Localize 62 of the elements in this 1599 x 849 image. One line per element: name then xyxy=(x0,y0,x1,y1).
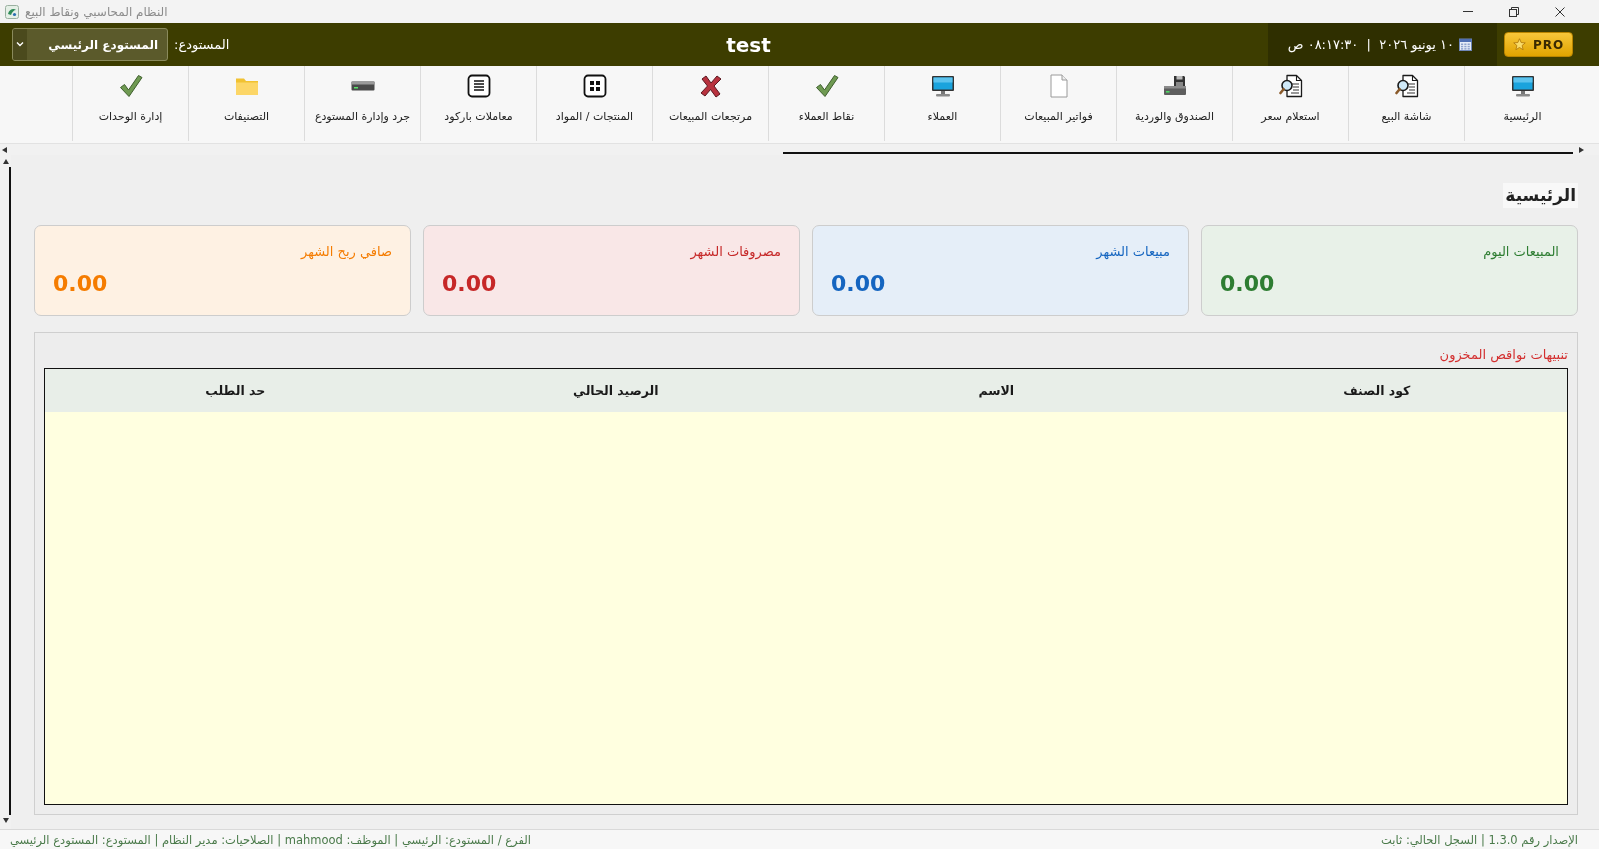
warehouse-label: المستودع: xyxy=(174,37,230,52)
toolbar-button[interactable]: إدارة الوحدات xyxy=(72,66,188,141)
check-icon xyxy=(814,74,839,98)
company-name: test xyxy=(726,32,771,57)
arrow-right-icon[interactable] xyxy=(1579,146,1584,153)
column-header: الاسم xyxy=(978,383,1015,398)
toolbar-button[interactable]: فواتير المبيعات xyxy=(1000,66,1116,141)
card-title: المبيعات اليوم xyxy=(1483,243,1559,261)
check-icon xyxy=(118,74,143,98)
card-title: مبيعات الشهر xyxy=(1096,243,1170,261)
toolbar-button[interactable]: الصندوق والوردية xyxy=(1116,66,1232,141)
column-header: كود الصنف xyxy=(1343,383,1411,398)
cross-icon xyxy=(698,74,723,98)
monitor-icon xyxy=(930,75,955,97)
pro-button[interactable]: PRO xyxy=(1504,32,1573,57)
close-icon xyxy=(1555,6,1565,17)
toolbar-button[interactable]: نقاط العملاء xyxy=(768,66,884,141)
document-icon xyxy=(1048,74,1069,98)
scrollbar-thumb[interactable] xyxy=(783,152,1573,154)
card-value: 0.00 xyxy=(53,270,108,298)
card-title: صافي ربح الشهر xyxy=(301,243,392,261)
document-search-icon xyxy=(1394,74,1419,98)
toolbar-button[interactable]: التصنيفات xyxy=(188,66,304,141)
horizontal-scrollbar[interactable] xyxy=(0,143,1599,155)
window-title: النظام المحاسبي ونقاط البيع xyxy=(25,4,168,19)
toolbar-button[interactable]: مرتجعات المبيعات xyxy=(652,66,768,141)
card-value: 0.00 xyxy=(1220,270,1275,298)
toolbar-button[interactable]: استعلام سعر xyxy=(1232,66,1348,141)
restore-icon xyxy=(1509,6,1519,17)
column-header: حد الطلب xyxy=(205,383,266,398)
column-header: الرصيد الحالي xyxy=(573,383,659,398)
grid-icon xyxy=(582,74,607,98)
app-icon xyxy=(5,4,19,19)
card-value: 0.00 xyxy=(442,270,497,298)
drive-icon xyxy=(350,81,375,91)
star-icon xyxy=(1512,38,1526,51)
toolbar-button[interactable]: شاشة البيع xyxy=(1348,66,1464,141)
document-search-icon xyxy=(1278,74,1303,98)
warehouse-dropdown[interactable]: المستودع الرئيسي xyxy=(12,28,168,61)
toolbar-button[interactable]: جرد وإدارة المستودع xyxy=(304,66,420,141)
card-title: مصروفات الشهر xyxy=(690,243,781,261)
calendar-icon xyxy=(1459,38,1472,51)
chevron-icon xyxy=(13,29,27,60)
monitor-icon xyxy=(1510,75,1535,97)
toolbar-button[interactable]: الرئيسية xyxy=(1464,66,1580,141)
status-text: الفرع / المستودع: الرئيسي | الموظف: mahmood | الصلاحيات: مدير النظام | المستودع: المستودع الرئيسي xyxy=(10,832,531,847)
status-text: الإصدار رقم 1.3.0 | السجل الحالي: ثابت xyxy=(1381,832,1578,847)
toolbar-button[interactable]: المنتجات / المواد xyxy=(536,66,652,141)
card-value: 0.00 xyxy=(831,270,886,298)
arrow-down-icon[interactable] xyxy=(2,818,9,823)
scrollbar-thumb[interactable] xyxy=(9,167,11,815)
panel-title: تنبيهات نواقص المخزون xyxy=(1439,346,1568,364)
floppy-drive-icon xyxy=(1162,75,1187,97)
arrow-left-icon[interactable] xyxy=(2,146,7,153)
minimize-icon xyxy=(1463,11,1473,12)
list-icon xyxy=(466,74,491,98)
arrow-up-icon[interactable] xyxy=(2,159,9,164)
datetime-text: ١٠ يونيو ٢٠٢٦ | ٠٨:١٧:٣٠ ص xyxy=(1287,37,1454,52)
folder-icon xyxy=(234,76,259,96)
toolbar-button[interactable]: معاملات باركود xyxy=(420,66,536,141)
page-title: الرئيسية xyxy=(1503,183,1578,208)
toolbar-button[interactable]: العملاء xyxy=(884,66,1000,141)
